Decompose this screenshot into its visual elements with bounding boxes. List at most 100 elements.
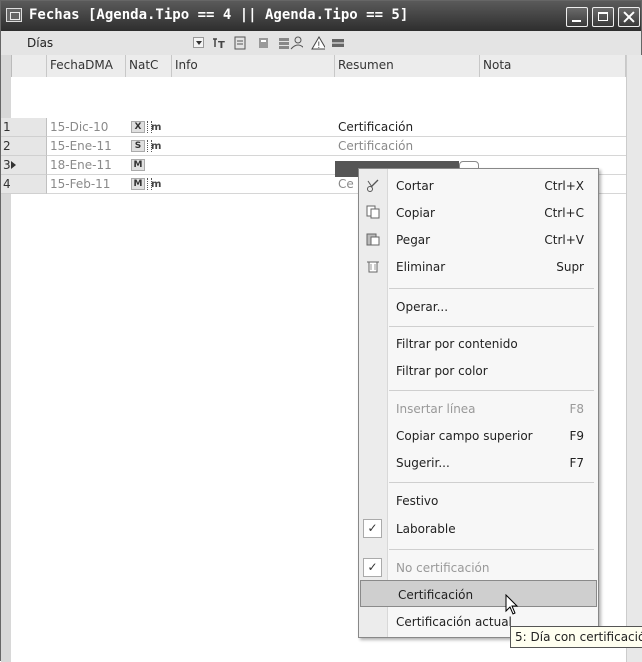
menu-item-shortcut: F7 — [569, 456, 584, 470]
paste-icon — [366, 233, 380, 246]
check-icon: ✓ — [363, 519, 382, 538]
check-icon: ✓ — [363, 558, 382, 577]
menu-item-label: No certificación — [396, 561, 490, 575]
menu-separator — [389, 390, 594, 391]
current-row-arrow-icon — [11, 161, 16, 169]
menu-item-copiar-campo-superior[interactable]: Copiar campo superior F9 — [359, 422, 598, 449]
column-header: FechaDMA NatC Info Resumen Nota — [1, 55, 626, 78]
menu-item-label: Filtrar por contenido — [396, 337, 518, 351]
row-selector[interactable]: 4 — [1, 175, 47, 194]
row-number: 3 — [3, 158, 11, 172]
table-row[interactable]: 15-Ene-11 S m Certificación — [47, 137, 626, 156]
menu-item-copiar[interactable]: Copiar Ctrl+C — [359, 199, 598, 226]
row-selector[interactable]: 2 — [1, 137, 47, 156]
menu-item-shortcut: Ctrl+X — [544, 179, 584, 193]
warning-icon[interactable]: ! — [311, 36, 325, 50]
marker-letter: m — [151, 141, 162, 152]
menu-item-label: Certificación — [398, 588, 474, 602]
menu-item-eliminar[interactable]: Eliminar Supr — [359, 253, 598, 280]
menu-item-label: Eliminar — [396, 260, 446, 274]
menu-separator — [389, 326, 594, 327]
cell-resumen[interactable]: Certificación — [335, 118, 413, 137]
app-window: Fechas [Agenda.Tipo == 4 || Agenda.Tipo … — [0, 0, 642, 662]
natc-badge: X — [131, 121, 145, 133]
marker-letter: m — [151, 122, 162, 133]
sort-text-icon[interactable]: T — [211, 36, 225, 50]
menu-item-sugerir[interactable]: Sugerir... F7 — [359, 449, 598, 476]
cell-fecha[interactable]: 15-Feb-11 — [47, 175, 110, 194]
title-bar[interactable]: Fechas [Agenda.Tipo == 4 || Agenda.Tipo … — [1, 1, 641, 31]
natc-badge: M — [131, 178, 145, 190]
natc-badge: M — [131, 159, 145, 171]
tooltip: 5: Día con certificación — [510, 626, 642, 648]
marker-icon: m — [145, 177, 162, 191]
context-menu: Cortar Ctrl+X Copiar Ctrl+C Pegar Ctrl+V… — [358, 168, 599, 638]
menu-item-label: Operar... — [396, 300, 449, 314]
menu-item-label: Copiar — [396, 206, 435, 220]
grid-icon[interactable] — [331, 36, 345, 50]
view-label: Días — [27, 36, 54, 50]
cell-fecha[interactable]: 15-Dic-10 — [47, 118, 108, 137]
menu-item-label: Certificación actual — [396, 615, 512, 629]
scissors-icon — [367, 179, 379, 192]
menu-item-shortcut: Ctrl+V — [544, 233, 584, 247]
cell-fecha[interactable]: 15-Ene-11 — [47, 137, 112, 156]
window-title: Fechas [Agenda.Tipo == 4 || Agenda.Tipo … — [29, 7, 409, 23]
menu-item-operar[interactable]: Operar... — [359, 293, 598, 320]
menu-item-filtrar-contenido[interactable]: Filtrar por contenido — [359, 330, 598, 357]
column-header-fechadma[interactable]: FechaDMA — [47, 55, 126, 77]
menu-item-laborable[interactable]: ✓ Laborable — [359, 515, 598, 542]
column-header-info[interactable]: Info — [172, 55, 335, 77]
minimize-button[interactable] — [566, 7, 588, 27]
row-selector[interactable]: 1 — [1, 118, 47, 137]
database-icon[interactable] — [257, 36, 271, 50]
column-header-nota[interactable]: Nota — [480, 55, 626, 77]
menu-item-pegar[interactable]: Pegar Ctrl+V — [359, 226, 598, 253]
menu-item-filtrar-color[interactable]: Filtrar por color — [359, 357, 598, 384]
menu-item-cortar[interactable]: Cortar Ctrl+X — [359, 172, 598, 199]
column-header-resumen[interactable]: Resumen — [335, 55, 480, 77]
menu-item-no-certificacion: ✓ No certificación — [359, 554, 598, 581]
marker-letter: m — [151, 179, 162, 190]
menu-item-label: Copiar campo superior — [396, 429, 533, 443]
menu-item-certificacion[interactable]: Certificación — [360, 580, 597, 607]
view-dropdown-button[interactable] — [193, 37, 204, 48]
menu-item-label: Laborable — [396, 522, 456, 536]
menu-item-label: Festivo — [396, 494, 439, 508]
menu-separator — [389, 482, 594, 483]
menu-item-label: Sugerir... — [396, 456, 450, 470]
maximize-button[interactable] — [592, 7, 614, 27]
svg-text:!: ! — [317, 41, 321, 50]
cell-resumen[interactable]: Ce — [335, 175, 354, 194]
menu-item-shortcut: F8 — [569, 402, 584, 416]
marker-icon: m — [145, 120, 162, 134]
menu-item-shortcut: F9 — [569, 429, 584, 443]
users-icon[interactable] — [289, 36, 303, 50]
toolbar: Días T ! — [1, 31, 641, 56]
menu-item-insertar-linea: Insertar línea F8 — [359, 395, 598, 422]
menu-item-label: Cortar — [396, 179, 434, 193]
menu-item-shortcut: Ctrl+C — [544, 206, 584, 220]
mouse-pointer-icon — [505, 594, 519, 615]
table-row[interactable]: 15-Dic-10 X m Certificación — [47, 118, 626, 137]
menu-separator — [389, 288, 594, 289]
row-selector[interactable]: 3 — [1, 156, 47, 175]
marker-icon: m — [145, 139, 162, 153]
menu-separator — [389, 549, 594, 550]
menu-item-label: Insertar línea — [396, 402, 476, 416]
trash-icon — [367, 261, 379, 273]
menu-item-festivo[interactable]: Festivo — [359, 487, 598, 514]
window-icon[interactable] — [6, 8, 22, 22]
cell-resumen[interactable]: Certificación — [335, 137, 413, 156]
form-view-icon[interactable] — [233, 36, 247, 50]
cell-fecha[interactable]: 18-Ene-11 — [47, 156, 112, 175]
vertical-scrollbar[interactable] — [626, 55, 642, 662]
menu-item-label: Pegar — [396, 233, 431, 247]
column-header-natc[interactable]: NatC — [126, 55, 172, 77]
natc-badge: S — [131, 140, 145, 152]
menu-item-label: Filtrar por color — [396, 364, 488, 378]
svg-text:T: T — [218, 40, 225, 50]
menu-item-shortcut: Supr — [556, 260, 584, 274]
copy-icon — [366, 205, 380, 219]
close-button[interactable] — [618, 7, 640, 27]
